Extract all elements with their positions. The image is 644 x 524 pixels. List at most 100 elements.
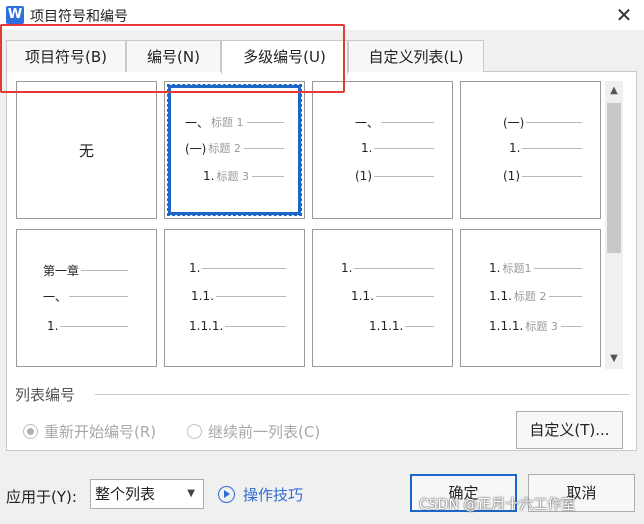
level-placeholder-line [405,325,434,327]
level-number: 1.1. [191,289,214,303]
dialog-title: 项目符号和编号 [30,9,128,25]
customize-button[interactable]: 自定义(T)... [516,411,623,449]
level-number: (1) [355,169,372,183]
level-number: 1. [489,261,501,275]
tab-numbering[interactable]: 编号(N) [126,40,221,72]
level-preview-row: 一、 标题 1 [185,114,284,130]
level-placeholder-line [225,325,286,327]
level-preview-row: 1.1. [351,288,434,304]
level-placeholder-line [215,295,286,297]
level-heading-text: 标题 3 [525,320,558,333]
watermark: CSDN @正月十六工作室 [419,497,576,513]
gallery-cell[interactable]: 一、 标题 1 (一) 标题 2 1. 标题 3 [164,81,305,219]
level-preview-row: 一、 [43,288,128,304]
level-number: (一) [503,115,525,130]
level-placeholder-line [202,267,286,269]
level-preview-row: 1. [361,140,434,156]
level-preview-row: (一) 标题 2 [185,140,284,156]
tab-custom-list[interactable]: 自定义列表(L) [348,40,484,72]
level-placeholder-line [354,267,434,269]
wps-writer-icon: W [6,6,24,24]
level-preview-row: 一、 [355,114,434,130]
level-placeholder-line [81,269,128,271]
level-preview-row: 1. 标题1 [489,260,582,276]
title-bar: W 项目符号和编号 ✕ [0,0,644,30]
tips-link[interactable]: 操作技巧 [218,484,303,504]
level-number: 1.1. [351,289,374,303]
level-placeholder-line [381,121,434,123]
continue-list-radio[interactable]: 继续前一列表(C) [187,421,320,441]
tips-label: 操作技巧 [243,485,304,504]
level-placeholder-line [69,295,128,297]
level-preview-row: 1.1.1. 标题 3 [489,318,582,334]
tab-multilevel[interactable]: 多级编号(U) [221,40,348,74]
level-number: 1. [509,141,521,155]
level-preview-row: 1.1. 标题 2 [489,288,582,304]
gallery-cell[interactable]: 1. 标题1 1.1. 标题 2 1.1.1. 标题 3 [460,229,601,367]
dropdown-arrow-icon: ▼ [187,488,195,499]
group-divider [95,394,629,395]
level-placeholder-line [549,295,582,297]
level-placeholder-line [374,175,434,177]
apply-to-label: 应用于(Y): [6,488,77,506]
level-placeholder-line [243,147,284,149]
gallery-scrollbar[interactable]: ▲ ▼ [605,81,623,369]
level-preview-row: 1. [189,260,286,276]
scroll-up-icon[interactable]: ▲ [605,81,623,101]
level-placeholder-line [374,147,434,149]
level-preview-row: 1. [341,260,434,276]
list-numbering-label: 列表编号 [15,386,76,404]
apply-to-select[interactable]: 整个列表 ▼ [90,479,204,509]
level-placeholder-line [526,121,582,123]
level-number: (1) [503,169,520,183]
level-number: 1. [361,141,373,155]
level-preview-row: 1.1.1. [369,318,434,334]
close-icon[interactable]: ✕ [612,3,636,27]
level-preview-row: 1. [47,318,128,334]
level-placeholder-line [375,295,434,297]
level-placeholder-line [522,175,582,177]
gallery-cell[interactable]: 一、 1. (1) [312,81,453,219]
gallery-cell[interactable]: 第一章一、 1. [16,229,157,367]
level-number: 1.1. [489,289,512,303]
tab-bullets[interactable]: 项目符号(B) [6,40,126,72]
level-preview-row: 1.1. [191,288,286,304]
level-number: 1.1.1. [489,319,524,333]
level-preview-row: 1. 标题 3 [203,168,284,184]
gallery-cell[interactable]: 1. 1.1. 1.1.1. [312,229,453,367]
level-heading-text: 标题 2 [208,142,241,155]
apply-to-value: 整个列表 [95,485,156,503]
level-heading-text: 标题1 [502,262,532,275]
level-placeholder-line [246,121,284,123]
radio-dot [23,423,38,439]
level-number: 一、 [355,115,380,130]
restart-numbering-radio[interactable]: 重新开始编号(R) [23,421,156,441]
level-placeholder-line [534,267,582,269]
gallery-cell-none[interactable]: 无 [16,81,157,219]
level-heading-text: 标题 3 [216,170,249,183]
scroll-down-icon[interactable]: ▼ [605,349,623,369]
play-circle-icon [218,485,235,503]
level-preview-row: 1.1.1. [189,318,286,334]
level-placeholder-line [522,147,582,149]
continue-list-label: 继续前一列表(C) [208,422,321,441]
multilevel-panel: 无一、 标题 1 (一) 标题 2 1. 标题 3 一、 1. (1) (一) 1. (1) 第一章 一、… [6,71,637,451]
level-number: 1. [189,261,201,275]
scroll-thumb[interactable] [607,103,621,253]
level-number: 1.1.1. [189,319,224,333]
gallery-cell[interactable]: (一) 1. (1) [460,81,601,219]
multilevel-gallery: 无一、 标题 1 (一) 标题 2 1. 标题 3 一、 1. (1) (一) 1. (1) 第一章 一、… [16,81,606,371]
level-number: (一) [185,141,207,156]
gallery-cell[interactable]: 1. 1.1. 1.1.1. [164,229,305,367]
level-preview-row: (一) [503,114,582,130]
level-number: 1. [203,169,215,183]
level-heading-text: 标题 1 [211,116,244,129]
level-number: 一、 [43,289,68,304]
restart-numbering-label: 重新开始编号(R) [44,422,157,441]
level-placeholder-line [60,325,128,327]
level-preview-row: 第一章 [43,262,128,278]
level-number: 1.1.1. [369,319,404,333]
level-number: 1. [341,261,353,275]
level-preview-row: (1) [503,168,582,184]
level-preview-row: (1) [355,168,434,184]
